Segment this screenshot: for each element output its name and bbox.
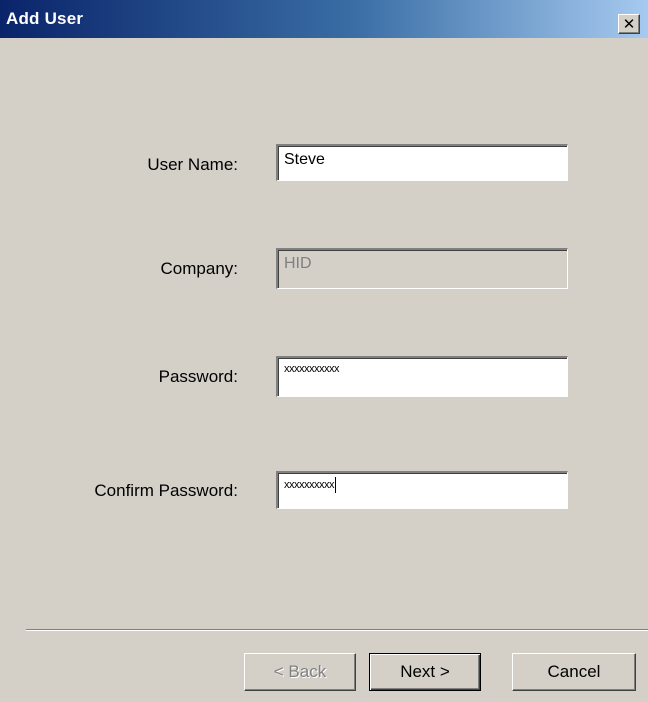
add-user-dialog: Add User ✕ User Name: Steve Company: HID…: [0, 0, 648, 702]
close-button[interactable]: ✕: [618, 14, 640, 34]
button-separator: [26, 629, 648, 631]
password-value: xxxxxxxxxxx: [284, 363, 340, 375]
company-input: HID: [276, 248, 568, 289]
back-button[interactable]: < Back: [244, 653, 356, 691]
close-icon: ✕: [622, 15, 636, 33]
user-name-label: User Name:: [147, 155, 238, 174]
user-name-value: Steve: [284, 151, 325, 168]
confirm-password-label: Confirm Password:: [94, 481, 238, 500]
title-bar: Add User ✕: [0, 0, 648, 38]
confirm-password-input[interactable]: xxxxxxxxxx: [276, 471, 568, 509]
confirm-password-value: xxxxxxxxxx: [284, 478, 335, 491]
text-caret: [335, 477, 336, 493]
window-title: Add User: [6, 9, 84, 28]
next-button[interactable]: Next >: [369, 653, 481, 691]
cancel-button[interactable]: Cancel: [512, 653, 636, 691]
company-value: HID: [284, 255, 312, 272]
user-name-input[interactable]: Steve: [276, 144, 568, 181]
password-label: Password:: [158, 367, 238, 386]
password-input[interactable]: xxxxxxxxxxx: [276, 356, 568, 397]
company-label: Company:: [160, 259, 238, 278]
